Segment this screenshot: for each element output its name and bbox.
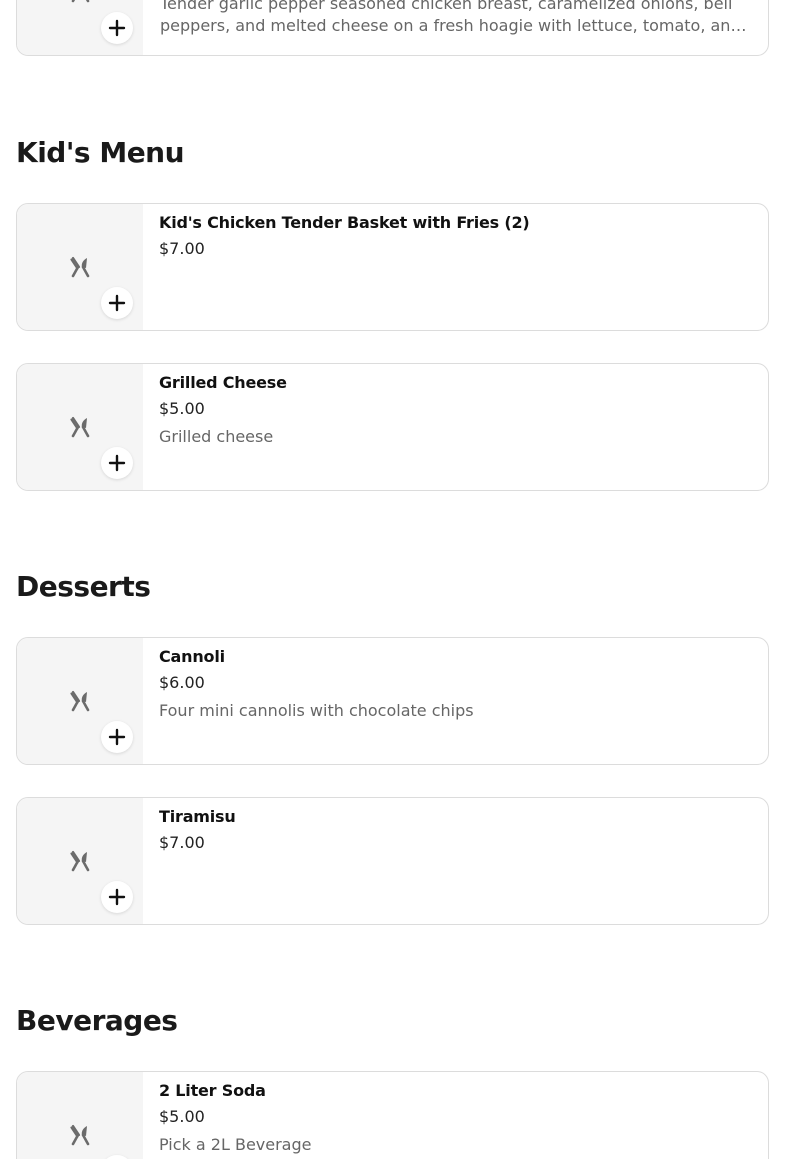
item-price: $7.00 (159, 239, 205, 258)
menu-item-card[interactable]: Tender garlic pepper seasoned chicken br… (16, 0, 769, 56)
plus-icon (108, 728, 126, 746)
item-description: Pick a 2L Beverage (159, 1135, 312, 1154)
item-name: Kid's Chicken Tender Basket with Fries (… (159, 213, 530, 232)
utensils-icon (70, 1124, 90, 1146)
section-title: Desserts (16, 570, 151, 603)
add-to-cart-button[interactable] (101, 287, 133, 319)
menu-item-card[interactable]: Kid's Chicken Tender Basket with Fries (… (16, 203, 769, 331)
item-price: $5.00 (159, 399, 205, 418)
add-to-cart-button[interactable] (101, 721, 133, 753)
menu-item-card[interactable]: 2 Liter Soda $5.00 Pick a 2L Beverage (16, 1071, 769, 1159)
plus-icon (108, 888, 126, 906)
section-title: Beverages (16, 1004, 178, 1037)
item-image-placeholder (17, 204, 143, 330)
add-to-cart-button[interactable] (101, 881, 133, 913)
item-price: $6.00 (159, 673, 205, 692)
item-image-placeholder (17, 0, 143, 55)
plus-icon (108, 294, 126, 312)
section-title: Kid's Menu (16, 136, 185, 169)
item-description: Four mini cannolis with chocolate chips (159, 701, 474, 720)
item-price: $5.00 (159, 1107, 205, 1126)
add-to-cart-button[interactable] (101, 1155, 133, 1159)
menu-item-card[interactable]: Grilled Cheese $5.00 Grilled cheese (16, 363, 769, 491)
utensils-icon (70, 850, 90, 872)
item-name: Cannoli (159, 647, 225, 666)
add-to-cart-button[interactable] (101, 12, 133, 44)
item-image-placeholder (17, 1072, 143, 1159)
item-name: Grilled Cheese (159, 373, 287, 392)
plus-icon (108, 454, 126, 472)
item-image-placeholder (17, 798, 143, 924)
add-to-cart-button[interactable] (101, 447, 133, 479)
item-name: Tiramisu (159, 807, 236, 826)
plus-icon (108, 19, 126, 37)
utensils-icon (70, 256, 90, 278)
item-description: Grilled cheese (159, 427, 274, 446)
utensils-icon (70, 416, 90, 438)
item-price: $7.00 (159, 833, 205, 852)
item-name: 2 Liter Soda (159, 1081, 266, 1100)
utensils-icon (70, 690, 90, 712)
menu-page: Tender garlic pepper seasoned chicken br… (0, 0, 785, 1159)
menu-item-card[interactable]: Cannoli $6.00 Four mini cannolis with ch… (16, 637, 769, 765)
utensils-icon (71, 0, 90, 3)
menu-item-card[interactable]: Tiramisu $7.00 (16, 797, 769, 925)
item-description: Tender garlic pepper seasoned chicken br… (160, 0, 747, 35)
item-image-placeholder (17, 364, 143, 490)
item-image-placeholder (17, 638, 143, 764)
